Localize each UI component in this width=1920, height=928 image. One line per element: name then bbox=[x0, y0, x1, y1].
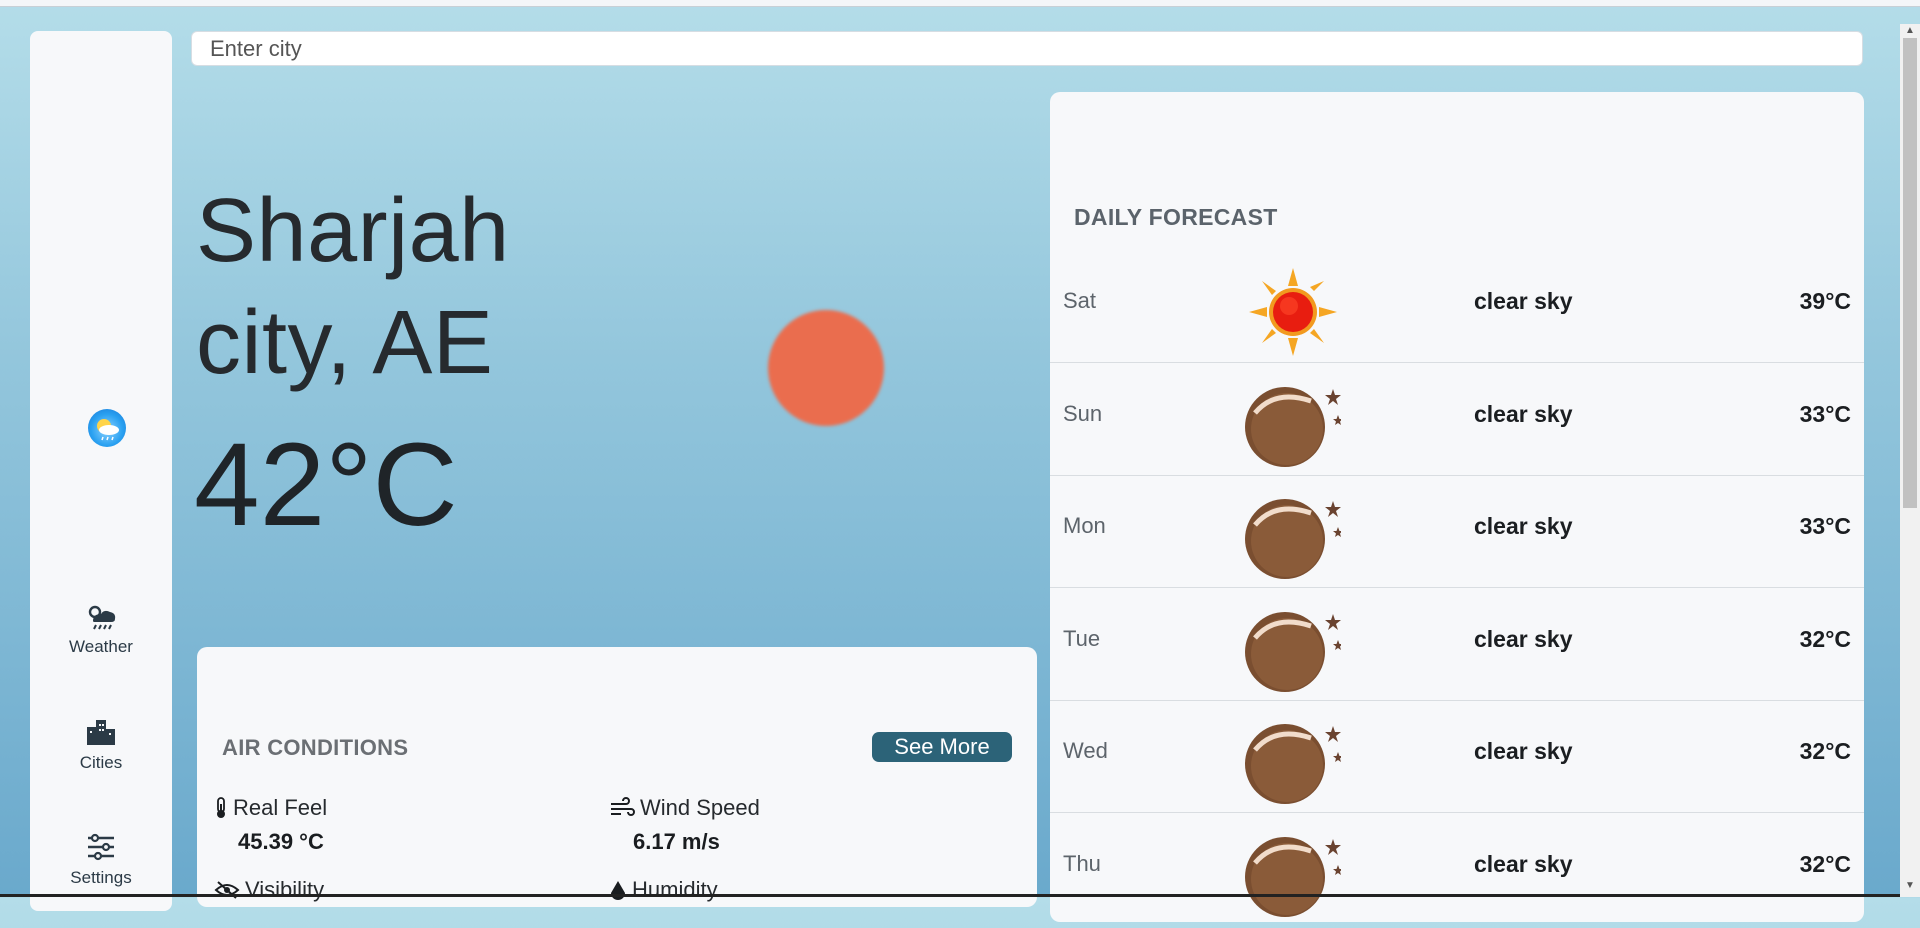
sidebar-item-cities[interactable]: Cities bbox=[30, 717, 172, 773]
forecast-temperature: 32°C bbox=[1799, 851, 1851, 877]
app-logo-icon bbox=[88, 409, 126, 447]
forecast-day: Sat bbox=[1063, 288, 1097, 313]
metric-value: 6.17 m/s bbox=[633, 829, 720, 854]
sidebar-item-label: Weather bbox=[69, 637, 133, 656]
cities-icon bbox=[84, 717, 118, 747]
moon-icon bbox=[1245, 714, 1343, 810]
daily-forecast-card: DAILY FORECAST Sat clear sky 39°C Sun cl… bbox=[1050, 92, 1864, 922]
metric-label-text: Visibility bbox=[245, 877, 325, 902]
forecast-day: Mon bbox=[1063, 513, 1106, 538]
forecast-row: Sat clear sky 39°C bbox=[1050, 250, 1864, 363]
forecast-row: Tue clear sky 32°C bbox=[1050, 588, 1864, 701]
forecast-temperature: 39°C bbox=[1799, 288, 1851, 314]
current-weather-icon bbox=[768, 310, 884, 426]
sidebar-item-settings[interactable]: Settings bbox=[30, 832, 172, 888]
weather-icon bbox=[84, 601, 118, 631]
forecast-temperature: 33°C bbox=[1799, 401, 1851, 427]
city-search-input[interactable] bbox=[191, 31, 1863, 66]
humidity-icon bbox=[611, 881, 625, 900]
forecast-day: Tue bbox=[1063, 626, 1101, 651]
air-conditions-card: AIR CONDITIONS See More Real Feel 45.39 … bbox=[197, 647, 1037, 907]
moon-icon bbox=[1245, 602, 1343, 698]
sidebar-item-label: Settings bbox=[70, 868, 132, 887]
scroll-down-icon[interactable]: ▼ bbox=[1900, 879, 1920, 893]
visibility-icon bbox=[214, 881, 240, 899]
forecast-description: clear sky bbox=[1474, 738, 1573, 764]
moon-icon bbox=[1245, 827, 1343, 923]
settings-icon bbox=[84, 832, 118, 862]
metric-visibility: Visibility bbox=[214, 877, 324, 903]
city-name-line1: Sharjah bbox=[196, 181, 510, 281]
forecast-description: clear sky bbox=[1474, 626, 1573, 652]
scrollbar-thumb[interactable] bbox=[1903, 38, 1917, 508]
page-scrollbar[interactable]: ▲ ▼ bbox=[1900, 24, 1920, 897]
daily-forecast-title: DAILY FORECAST bbox=[1074, 204, 1278, 230]
forecast-day: Wed bbox=[1063, 738, 1108, 763]
forecast-row: Sun clear sky 33°C bbox=[1050, 363, 1864, 476]
moon-icon bbox=[1245, 489, 1343, 585]
sidebar: Weather Cities Settings bbox=[30, 31, 172, 911]
scroll-up-icon[interactable]: ▲ bbox=[1900, 24, 1920, 38]
browser-top-edge bbox=[0, 0, 1920, 7]
air-conditions-title: AIR CONDITIONS bbox=[222, 735, 409, 760]
metric-value: 45.39 °C bbox=[238, 829, 324, 854]
forecast-row: Mon clear sky 33°C bbox=[1050, 475, 1864, 588]
city-name: Sharjah city, AE bbox=[196, 175, 510, 399]
metric-label-text: Real Feel bbox=[233, 795, 328, 820]
forecast-day: Sun bbox=[1063, 401, 1103, 426]
wind-icon bbox=[611, 797, 635, 816]
forecast-description: clear sky bbox=[1474, 401, 1573, 427]
forecast-temperature: 33°C bbox=[1799, 513, 1851, 539]
forecast-temperature: 32°C bbox=[1799, 738, 1851, 764]
sidebar-item-label: Cities bbox=[79, 753, 123, 772]
metric-real-feel: Real Feel 45.39 °C bbox=[214, 795, 327, 855]
forecast-day: Thu bbox=[1063, 851, 1101, 876]
forecast-description: clear sky bbox=[1474, 513, 1573, 539]
forecast-description: clear sky bbox=[1474, 851, 1573, 877]
see-more-button[interactable]: See More bbox=[872, 732, 1012, 762]
forecast-description: clear sky bbox=[1474, 288, 1573, 314]
metric-humidity: Humidity bbox=[609, 877, 718, 903]
thermometer-icon bbox=[217, 797, 225, 818]
city-name-line2: city, AE bbox=[196, 293, 494, 393]
sidebar-item-weather[interactable]: Weather bbox=[30, 601, 172, 657]
metric-label-text: Humidity bbox=[632, 877, 718, 902]
forecast-row: Thu clear sky 32°C bbox=[1050, 813, 1864, 925]
forecast-temperature: 32°C bbox=[1799, 626, 1851, 652]
forecast-row: Wed clear sky 32°C bbox=[1050, 700, 1864, 813]
moon-icon bbox=[1245, 377, 1343, 473]
metric-label-text: Wind Speed bbox=[640, 795, 760, 820]
current-temperature: 42°C bbox=[194, 419, 458, 551]
metric-wind-speed: Wind Speed 6.17 m/s bbox=[609, 795, 760, 855]
sun-icon bbox=[1245, 264, 1341, 360]
